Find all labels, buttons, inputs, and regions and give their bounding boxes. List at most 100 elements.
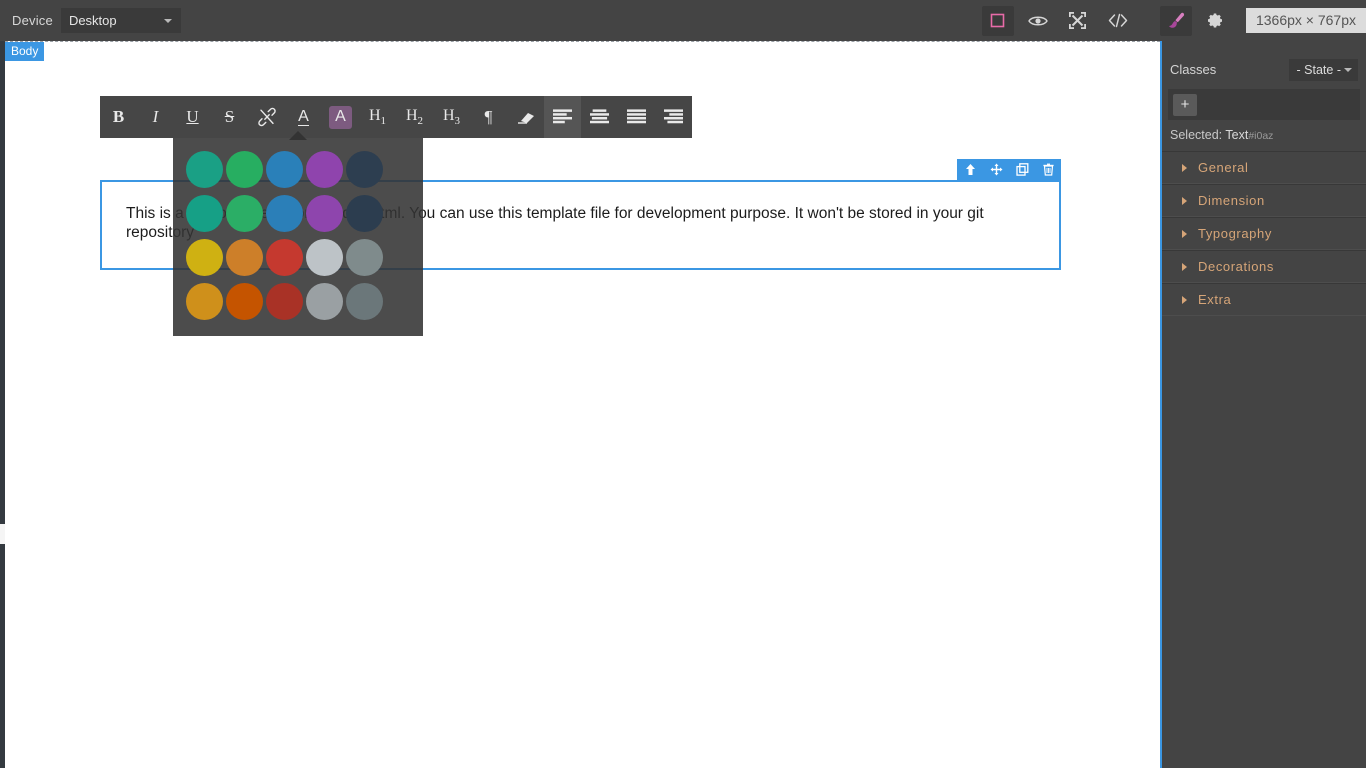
selected-component-info: Selected: Text#i0az	[1162, 120, 1366, 151]
heading-2-button[interactable]: H2	[396, 96, 433, 138]
chevron-right-icon	[1182, 262, 1187, 271]
color-swatch[interactable]	[186, 150, 223, 188]
device-selector-group: Device Desktop	[0, 8, 181, 33]
color-swatch[interactable]	[346, 238, 383, 276]
classes-tags-container[interactable]: +	[1168, 89, 1360, 120]
chevron-right-icon	[1182, 229, 1187, 238]
italic-glyph: I	[152, 107, 159, 126]
broken-link-glyph	[257, 107, 276, 127]
classes-header: Classes - State -	[1162, 55, 1366, 84]
fullscreen-icon[interactable]	[1062, 6, 1094, 36]
underline-button[interactable]: U	[174, 96, 211, 138]
color-swatch[interactable]	[266, 282, 303, 320]
color-swatch[interactable]	[346, 150, 383, 188]
align-right-button[interactable]	[655, 96, 692, 138]
color-swatch[interactable]	[306, 194, 343, 232]
borders-visibility-icon[interactable]	[981, 5, 1014, 36]
sector-label: General	[1198, 160, 1249, 175]
bold-button[interactable]: B	[100, 96, 137, 138]
paragraph-button[interactable]: ¶	[470, 96, 507, 138]
rich-text-toolbar: B I U S A A H1 H2 H3 ¶	[100, 96, 692, 138]
highlight-color-button[interactable]: A	[322, 96, 359, 138]
highlight-color-glyph: A	[329, 105, 352, 129]
color-swatch[interactable]	[306, 150, 343, 188]
link-button[interactable]	[248, 96, 285, 138]
style-sectors-list: General Dimension Typography Decorations Ext…	[1162, 151, 1366, 316]
preview-eye-icon[interactable]	[1022, 6, 1054, 36]
color-swatch[interactable]	[226, 150, 263, 188]
sector-label: Decorations	[1198, 259, 1274, 274]
align-justify-button[interactable]	[618, 96, 655, 138]
top-toolbar-actions: 1366px × 767px	[978, 0, 1366, 41]
style-manager-sidebar: Classes - State - + Selected: Text#i0az …	[1160, 41, 1366, 768]
classes-label: Classes	[1170, 62, 1217, 77]
body-badge: Body	[5, 42, 45, 61]
gear-icon[interactable]	[1200, 6, 1232, 36]
color-swatch[interactable]	[306, 282, 343, 320]
sector-decorations[interactable]: Decorations	[1162, 250, 1366, 283]
chevron-right-icon	[1182, 295, 1187, 304]
heading-3-button[interactable]: H3	[433, 96, 470, 138]
color-panel-pointer-icon	[289, 131, 307, 140]
color-swatch[interactable]	[186, 282, 223, 320]
strike-glyph: S	[224, 107, 235, 126]
device-select[interactable]: Desktop	[60, 8, 181, 33]
canvas-size-indicator: 1366px × 767px	[1245, 8, 1366, 33]
view-options-group	[978, 5, 1138, 36]
state-select[interactable]: - State -	[1288, 58, 1358, 81]
swatch-row-teal-dark	[173, 191, 423, 235]
sector-label: Dimension	[1198, 193, 1265, 208]
sector-dimension[interactable]: Dimension	[1162, 184, 1366, 217]
color-swatch[interactable]	[226, 238, 263, 276]
add-class-button[interactable]: +	[1173, 93, 1197, 116]
select-parent-icon[interactable]	[957, 159, 983, 180]
align-left-button[interactable]	[544, 96, 581, 138]
color-swatch[interactable]	[306, 238, 343, 276]
color-swatch[interactable]	[226, 194, 263, 232]
color-swatch[interactable]	[186, 194, 223, 232]
delete-icon[interactable]	[1035, 159, 1061, 180]
italic-button[interactable]: I	[137, 96, 174, 138]
selected-component-name: Text	[1225, 128, 1249, 142]
chevron-right-icon	[1182, 163, 1187, 172]
sector-extra[interactable]: Extra	[1162, 283, 1366, 316]
color-swatch[interactable]	[266, 150, 303, 188]
move-icon[interactable]	[983, 159, 1009, 180]
sector-label: Typography	[1198, 226, 1272, 241]
bold-glyph: B	[112, 107, 125, 126]
color-swatch[interactable]	[226, 282, 263, 320]
selected-component-id: #i0az	[1248, 130, 1274, 142]
paint-brush-icon[interactable]	[1159, 5, 1192, 36]
color-swatch[interactable]	[186, 238, 223, 276]
copy-icon[interactable]	[1009, 159, 1035, 180]
canvas-left-rail	[0, 41, 5, 768]
color-swatch[interactable]	[346, 282, 383, 320]
color-swatch[interactable]	[266, 194, 303, 232]
chevron-down-icon	[163, 18, 172, 23]
sector-label: Extra	[1198, 292, 1232, 307]
code-icon[interactable]	[1102, 6, 1134, 36]
heading-glyph: H1	[368, 106, 387, 128]
underline-glyph: U	[186, 107, 199, 126]
strikethrough-button[interactable]: S	[211, 96, 248, 138]
top-toolbar: Device Desktop 1366px × 767px	[0, 0, 1366, 41]
sector-general[interactable]: General	[1162, 151, 1366, 184]
heading-1-button[interactable]: H1	[359, 96, 396, 138]
chevron-down-icon	[1344, 67, 1352, 72]
component-toolbar	[957, 159, 1061, 180]
device-select-value: Desktop	[68, 13, 117, 28]
state-select-value: - State -	[1296, 62, 1341, 77]
eraser-glyph	[518, 112, 534, 124]
swatch-row-warm-light	[173, 235, 423, 279]
chevron-right-icon	[1182, 196, 1187, 205]
sector-typography[interactable]: Typography	[1162, 217, 1366, 250]
plain-glyph: ¶	[484, 107, 493, 126]
heading-glyph: H3	[442, 106, 461, 128]
swatch-row-warm-dark	[173, 279, 423, 323]
align-center-button[interactable]	[581, 96, 618, 138]
canvas-left-rail-gap	[0, 524, 5, 544]
color-picker-panel[interactable]	[173, 138, 423, 336]
color-swatch[interactable]	[266, 238, 303, 276]
clear-format-button[interactable]	[507, 96, 544, 138]
color-swatch[interactable]	[346, 194, 383, 232]
